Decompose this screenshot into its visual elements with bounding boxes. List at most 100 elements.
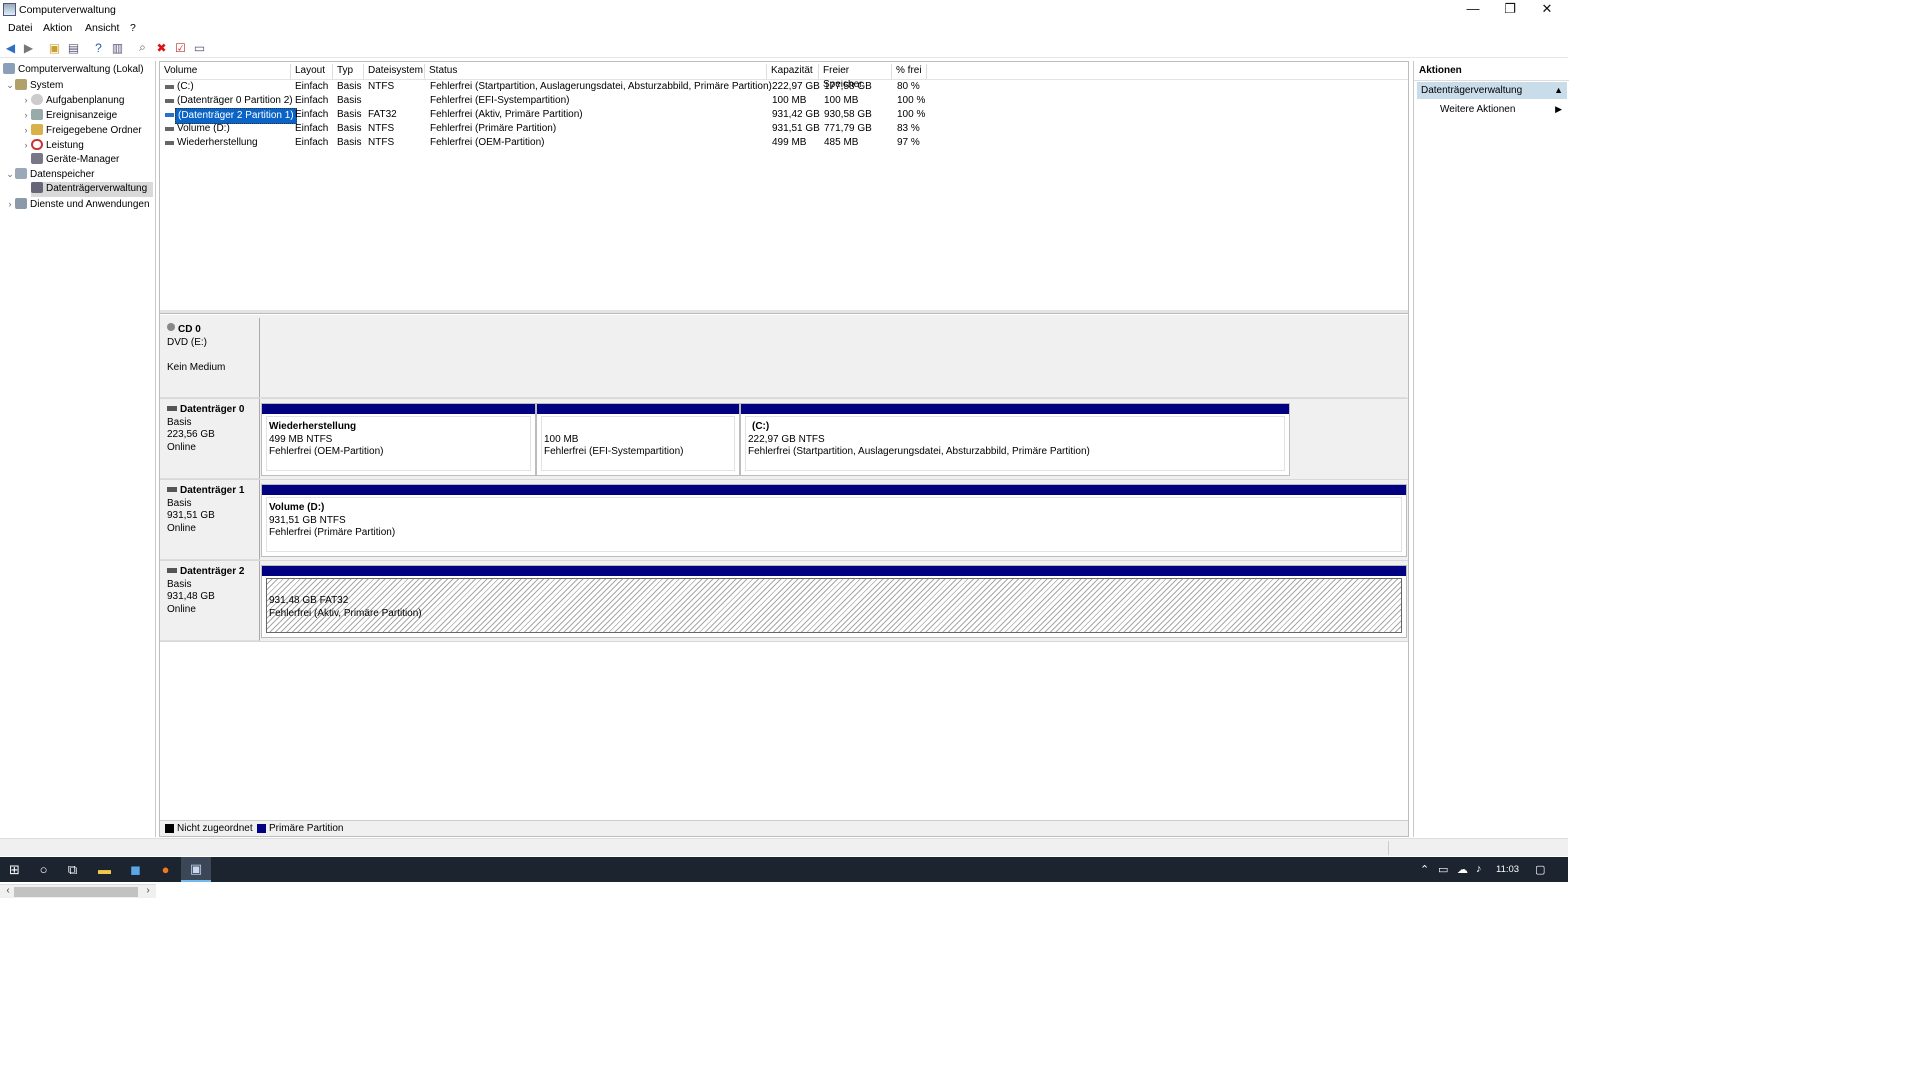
table-row[interactable]: Volume (D:) Einfach Basis NTFS Fehlerfre…: [160, 122, 1408, 136]
legend: Nicht zugeordnet Primäre Partition: [160, 820, 1408, 836]
disk-graphical-view: CD 0 DVD (E:) Kein Medium Datenträger 0 …: [160, 315, 1408, 836]
primary-partition-bar: [537, 404, 739, 414]
submenu-arrow-icon[interactable]: ▶: [1555, 104, 1562, 115]
back-arrow-icon[interactable]: ◀: [3, 40, 18, 55]
column-header-status[interactable]: Status: [425, 64, 767, 79]
scrollbar-thumb[interactable]: [14, 887, 138, 897]
weitere-aktionen-item[interactable]: Weitere Aktionen: [1440, 104, 1515, 115]
partition-d[interactable]: Volume (D:) 931,51 GB NTFS Fehlerfrei (P…: [261, 484, 1407, 557]
close-button[interactable]: ✕: [1529, 0, 1565, 20]
view-icon[interactable]: ▥: [110, 40, 125, 55]
chevron-right-icon[interactable]: ›: [21, 123, 31, 137]
table-row[interactable]: (Datenträger 0 Partition 2) Einfach Basi…: [160, 94, 1408, 108]
show-hide-tree-icon[interactable]: ▤: [66, 40, 81, 55]
console-tree: Computerverwaltung (Lokal) ⌄ System › Aufg…: [0, 61, 156, 898]
chevron-down-icon[interactable]: ⌄: [5, 78, 15, 92]
scroll-left-icon[interactable]: ‹: [2, 885, 14, 896]
checklist-icon[interactable]: ☑: [173, 40, 188, 55]
collapse-up-icon[interactable]: ▲: [1554, 85, 1563, 95]
clock-icon: [31, 94, 43, 105]
tray-chevron-icon[interactable]: ⌃: [1420, 863, 1429, 876]
device-manager-icon: [31, 153, 43, 164]
event-viewer-icon: [31, 109, 43, 120]
help-icon[interactable]: ?: [91, 40, 106, 55]
chevron-right-icon[interactable]: ›: [21, 93, 31, 107]
legend-primary: Primäre Partition: [269, 823, 344, 834]
tree-item-aufgabenplanung[interactable]: › Aufgabenplanung: [21, 93, 124, 108]
tree-item-leistung[interactable]: › Leistung: [21, 138, 84, 153]
network-icon[interactable]: ▭: [1438, 863, 1448, 876]
tree-item-freigegebene-ordner[interactable]: › Freigegebene Ordner: [21, 123, 142, 138]
volume-list: Volume Layout Typ Dateisystem Status Kap…: [160, 62, 1408, 310]
menu-help[interactable]: ?: [130, 22, 136, 34]
properties-icon[interactable]: ▭: [192, 40, 207, 55]
hard-disk-icon: [167, 568, 177, 573]
primary-partition-bar: [262, 566, 1406, 576]
computer-icon: [3, 63, 15, 74]
disk-label-disk0[interactable]: Datenträger 0 Basis 223,56 GB Online: [160, 399, 260, 479]
minimize-button[interactable]: —: [1455, 0, 1491, 20]
tree-item-datenspeicher[interactable]: ⌄ Datenspeicher: [5, 167, 94, 182]
primary-partition-bar: [262, 485, 1406, 495]
windows-start-icon[interactable]: ⊞: [6, 861, 23, 878]
file-explorer-icon[interactable]: ▬: [96, 861, 113, 878]
chevron-down-icon[interactable]: ⌄: [5, 167, 15, 181]
table-row[interactable]: Wiederherstellung Einfach Basis NTFS Feh…: [160, 136, 1408, 150]
disk-label-cd0[interactable]: CD 0 DVD (E:) Kein Medium: [160, 318, 260, 398]
tree-horizontal-scrollbar[interactable]: ‹ ›: [0, 884, 156, 898]
partition-fat32-selected[interactable]: 931,48 GB FAT32 Fehlerfrei (Aktiv, Primä…: [261, 565, 1407, 638]
divider: [160, 398, 1408, 399]
tree-item-datentraegerverwaltung[interactable]: Datenträgerverwaltung: [31, 182, 153, 197]
computer-management-window: Computerverwaltung — ❐ ✕ Datei Aktion An…: [0, 0, 1569, 898]
tree-item-ereignisanzeige[interactable]: › Ereignisanzeige: [21, 108, 117, 123]
table-row-selected[interactable]: (Datenträger 2 Partition 1) Einfach Basi…: [160, 108, 1408, 124]
hard-disk-icon: [167, 487, 177, 492]
partition-efi[interactable]: 100 MB Fehlerfrei (EFI-Systempartition): [536, 403, 740, 476]
scroll-right-icon[interactable]: ›: [142, 885, 154, 896]
partition-c[interactable]: (C:) 222,97 GB NTFS Fehlerfrei (Startpar…: [740, 403, 1290, 476]
computer-management-icon: [3, 3, 16, 16]
computer-management-taskbar-icon[interactable]: ▣: [181, 857, 211, 882]
tree-item-system[interactable]: ⌄ System: [5, 78, 63, 93]
tree-item-computerverwaltung[interactable]: Computerverwaltung (Lokal): [3, 63, 144, 78]
pane-splitter[interactable]: [160, 310, 1408, 314]
chevron-right-icon[interactable]: ›: [21, 108, 31, 122]
column-header-volume[interactable]: Volume: [160, 64, 291, 79]
forward-arrow-icon[interactable]: ▶: [21, 40, 36, 55]
delete-icon[interactable]: ✖: [154, 40, 169, 55]
column-header-layout[interactable]: Layout: [291, 64, 333, 79]
actions-section-datentraegerverwaltung[interactable]: Datenträgerverwaltung ▲: [1417, 82, 1567, 99]
table-row[interactable]: (C:) Einfach Basis NTFS Fehlerfrei (Star…: [160, 80, 1408, 94]
chevron-right-icon[interactable]: ›: [5, 197, 15, 211]
divider: [160, 479, 1408, 480]
menu-aktion[interactable]: Aktion: [43, 22, 72, 34]
disk-label-disk1[interactable]: Datenträger 1 Basis 931,51 GB Online: [160, 480, 260, 560]
chevron-right-icon[interactable]: ›: [21, 138, 31, 152]
restore-button[interactable]: ❐: [1492, 0, 1528, 20]
empty-area: [160, 642, 1408, 836]
menu-ansicht[interactable]: Ansicht: [85, 22, 119, 34]
partition-wiederherstellung[interactable]: Wiederherstellung 499 MB NTFS Fehlerfrei…: [261, 403, 536, 476]
up-folder-icon[interactable]: ▣: [47, 40, 62, 55]
tree-item-dienste-und-anwendungen[interactable]: › Dienste und Anwendungen: [5, 197, 150, 212]
clock[interactable]: 11:03: [1496, 864, 1519, 875]
column-header-typ[interactable]: Typ: [333, 64, 364, 79]
task-view-icon[interactable]: ⧉: [64, 861, 81, 878]
firefox-icon[interactable]: ●: [157, 861, 174, 878]
menu-datei[interactable]: Datei: [8, 22, 33, 34]
notification-icon[interactable]: ▢: [1535, 863, 1545, 876]
onedrive-cloud-icon[interactable]: ☁: [1457, 863, 1468, 876]
disk-label-disk2[interactable]: Datenträger 2 Basis 931,48 GB Online: [160, 561, 260, 641]
column-header-prozent-frei[interactable]: % frei: [892, 64, 927, 79]
taskbar: ⊞ ○ ⧉ ▬ ◼ ● ▣ ⌃ ▭ ☁ ♪ 11:03 ▢: [0, 857, 1568, 882]
column-header-dateisystem[interactable]: Dateisystem: [364, 64, 425, 79]
column-header-freier-speicher[interactable]: Freier Speicher: [819, 64, 892, 90]
column-header-kapazitaet[interactable]: Kapazität: [767, 64, 819, 79]
connect-icon[interactable]: ⌕: [135, 40, 150, 55]
tools-icon: [15, 79, 27, 90]
tree-item-geraete-manager[interactable]: Geräte-Manager: [31, 153, 119, 168]
volume-speaker-icon[interactable]: ♪: [1476, 863, 1482, 875]
storage-icon: [15, 168, 27, 179]
computer-app-icon[interactable]: ◼: [127, 861, 144, 878]
search-circle-icon[interactable]: ○: [35, 861, 52, 878]
